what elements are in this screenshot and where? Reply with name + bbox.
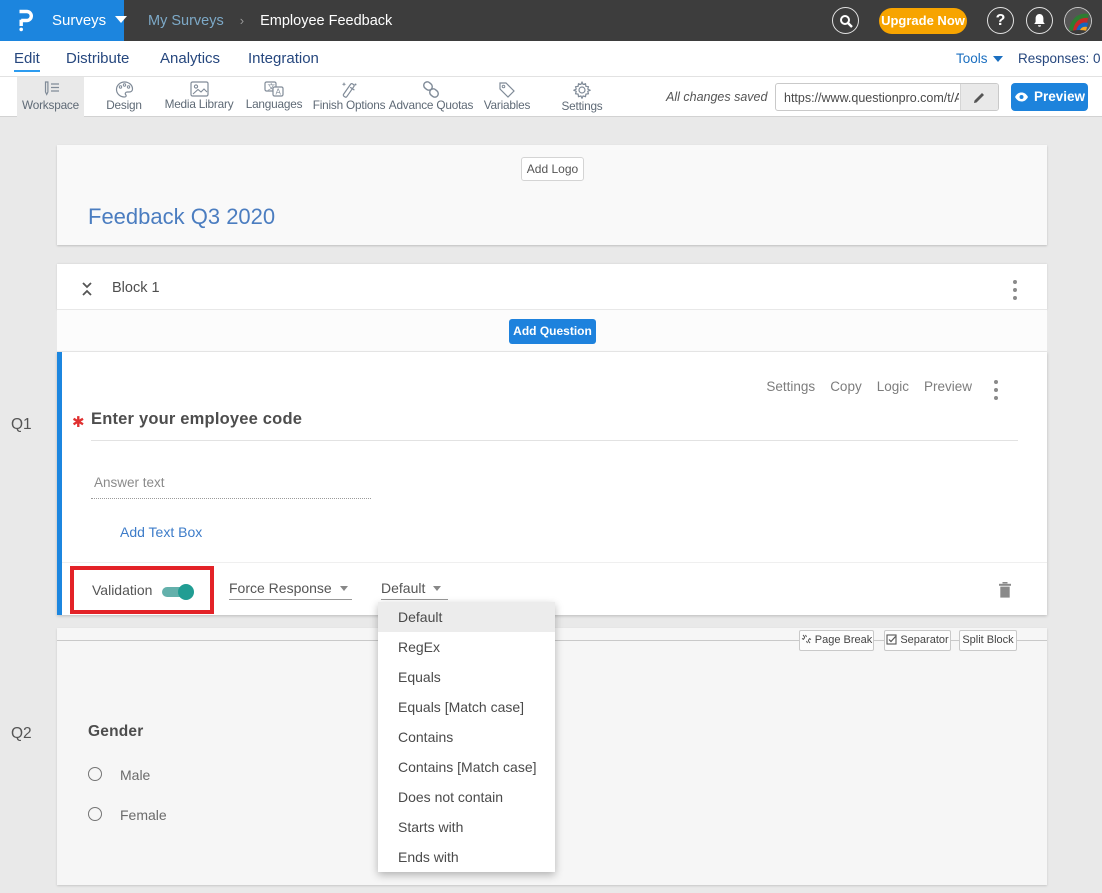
svg-text:A: A xyxy=(276,88,282,97)
